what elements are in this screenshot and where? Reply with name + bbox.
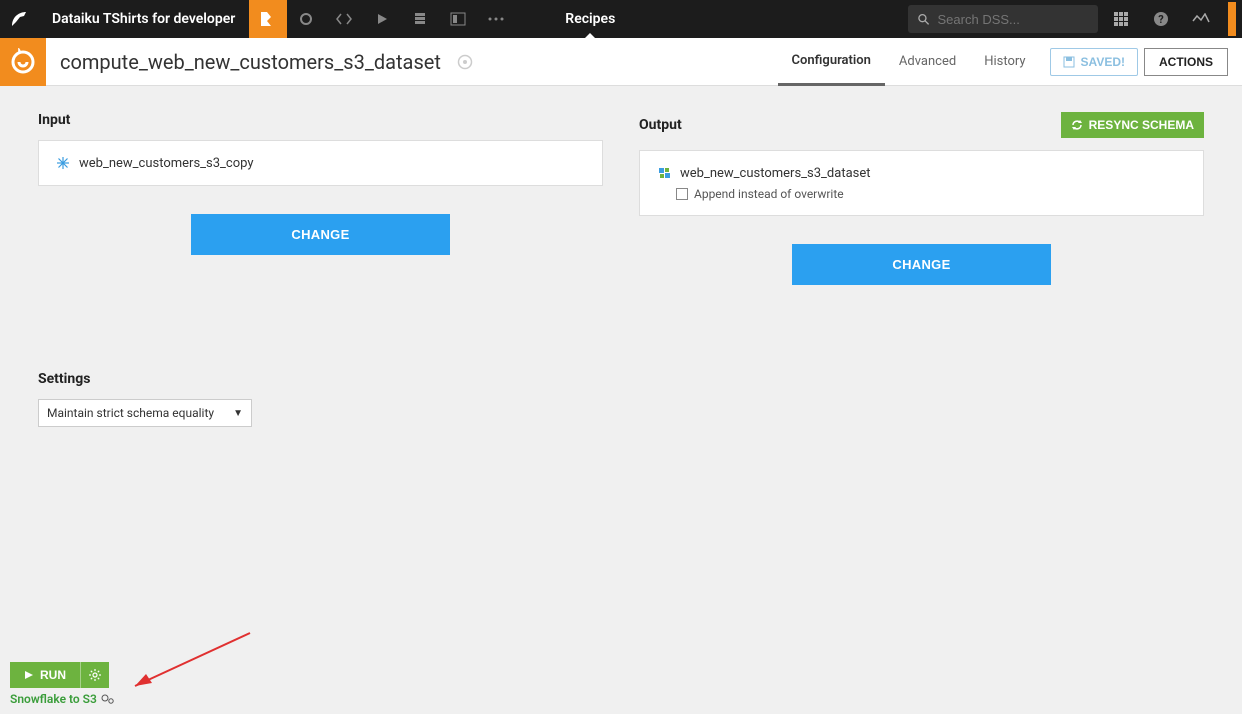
info-icon[interactable] (457, 54, 473, 70)
cabinet-icon[interactable] (401, 0, 439, 38)
apps-icon[interactable] (1104, 2, 1138, 36)
run-label: RUN (40, 668, 66, 682)
recipe-name: compute_web_new_customers_s3_dataset (46, 50, 455, 74)
more-icon[interactable] (477, 0, 515, 38)
actions-button[interactable]: ACTIONS (1144, 48, 1228, 76)
s3-icon (656, 165, 672, 181)
sub-bar: compute_web_new_customers_s3_dataset Con… (0, 38, 1242, 86)
help-icon[interactable]: ? (1144, 2, 1178, 36)
gear-icon (89, 669, 101, 681)
tab-history[interactable]: History (970, 38, 1039, 86)
engine-label: Snowflake to S3 (10, 692, 97, 706)
saved-label: SAVED! (1081, 55, 1125, 69)
play-icon (24, 670, 34, 680)
code-icon[interactable] (325, 0, 363, 38)
main-content: Input web_new_customers_s3_copy CHANGE O… (0, 86, 1242, 311)
search-box[interactable] (908, 5, 1098, 33)
output-dataset-name: web_new_customers_s3_dataset (680, 166, 871, 181)
engine-gears-icon (101, 693, 115, 705)
output-change-button[interactable]: CHANGE (792, 244, 1050, 285)
resync-schema-button[interactable]: RESYNC SCHEMA (1061, 112, 1204, 138)
output-card: web_new_customers_s3_dataset Append inst… (639, 150, 1204, 216)
run-group: RUN (10, 662, 115, 688)
tab-advanced[interactable]: Advanced (885, 38, 970, 86)
tab-configuration[interactable]: Configuration (778, 38, 885, 86)
output-title: Output (639, 117, 682, 133)
svg-text:?: ? (1158, 13, 1164, 26)
schema-mode-value: Maintain strict schema equality (47, 406, 214, 420)
snowflake-icon (55, 155, 71, 171)
run-button[interactable]: RUN (10, 662, 80, 688)
schema-mode-select[interactable]: Maintain strict schema equality ▼ (38, 399, 252, 427)
flow-tab[interactable] (249, 0, 287, 38)
input-change-button[interactable]: CHANGE (191, 214, 449, 255)
output-column: Output RESYNC SCHEMA web_new_customers_s… (639, 112, 1204, 285)
settings-area: Settings Maintain strict schema equality… (0, 311, 1242, 427)
search-input[interactable] (938, 12, 1088, 27)
append-checkbox[interactable] (676, 188, 688, 200)
input-title: Input (38, 112, 603, 128)
caret-down-icon: ▼ (233, 408, 243, 419)
user-avatar[interactable] (1228, 2, 1236, 36)
run-settings-button[interactable] (80, 662, 109, 688)
recipe-tabs: Configuration Advanced History (778, 38, 1040, 86)
save-icon (1063, 56, 1075, 68)
panel-icon[interactable] (439, 0, 477, 38)
output-dataset-row[interactable]: web_new_customers_s3_dataset (656, 165, 1187, 181)
saved-button[interactable]: SAVED! (1050, 48, 1138, 76)
resync-label: RESYNC SCHEMA (1089, 118, 1194, 132)
circle-icon[interactable] (287, 0, 325, 38)
footer: RUN Snowflake to S3 (10, 662, 115, 706)
activity-icon[interactable] (1184, 2, 1218, 36)
search-icon (918, 13, 930, 26)
dataiku-logo[interactable] (0, 0, 38, 38)
recipe-type-icon (0, 38, 46, 86)
append-label: Append instead of overwrite (694, 187, 844, 201)
input-card: web_new_customers_s3_copy (38, 140, 603, 186)
input-column: Input web_new_customers_s3_copy CHANGE (38, 112, 603, 285)
input-dataset-name: web_new_customers_s3_copy (79, 156, 254, 171)
annotation-arrow (120, 628, 260, 698)
append-row[interactable]: Append instead of overwrite (656, 187, 1187, 201)
project-title[interactable]: Dataiku TShirts for developer (38, 11, 249, 27)
play-icon[interactable] (363, 0, 401, 38)
top-bar: Dataiku TShirts for developer Recipes ? (0, 0, 1242, 38)
engine-line[interactable]: Snowflake to S3 (10, 692, 115, 706)
refresh-icon (1071, 119, 1083, 131)
input-dataset-row[interactable]: web_new_customers_s3_copy (55, 155, 586, 171)
settings-title: Settings (38, 371, 1204, 387)
recipes-label[interactable]: Recipes (555, 0, 625, 38)
topbar-right: ? (908, 2, 1242, 36)
